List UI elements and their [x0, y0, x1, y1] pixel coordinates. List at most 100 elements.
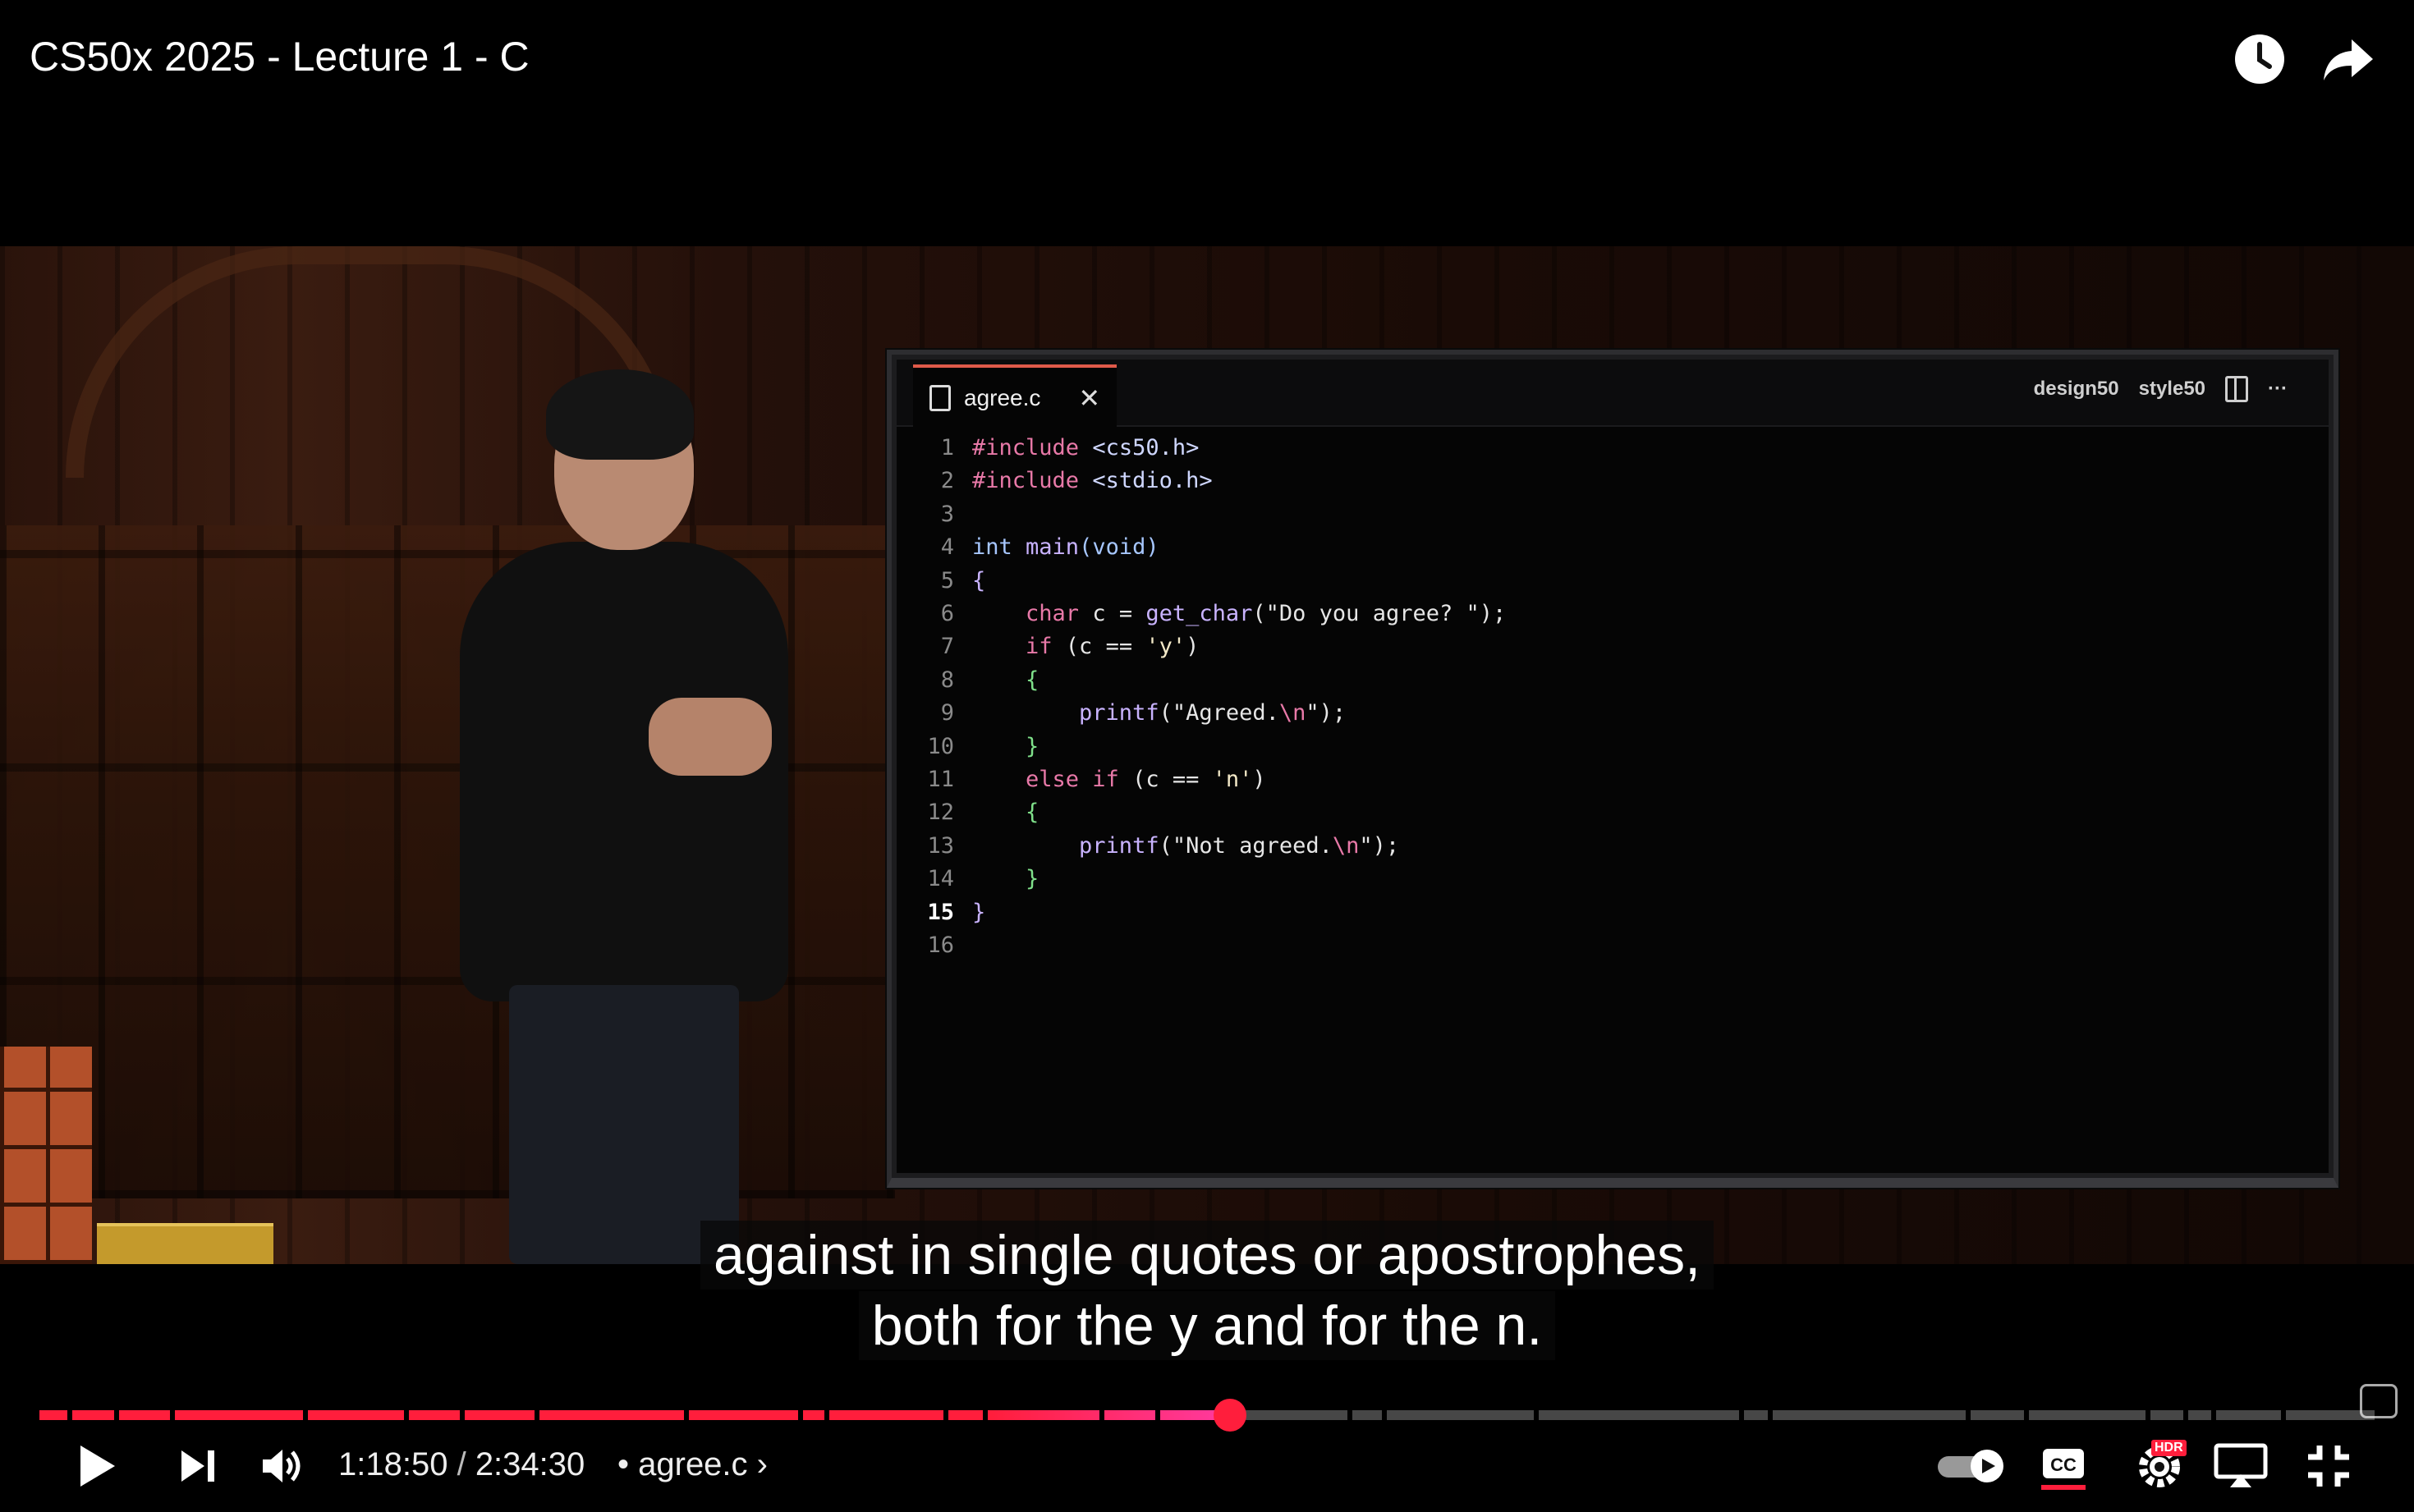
code-token: } [972, 899, 986, 925]
code-token: if [972, 634, 1066, 660]
code-text: char c = get_char("Do you agree? "); [972, 598, 1506, 630]
code-line: 6 char c = get_char("Do you agree? "); [905, 598, 2320, 630]
code-text: { [972, 796, 1039, 829]
autoplay-toggle-icon[interactable] [1936, 1441, 2007, 1491]
chapter-marker [1155, 1410, 1160, 1420]
code-line: 10 } [905, 731, 2320, 763]
code-line: 9 printf("Agreed.\n"); [905, 697, 2320, 730]
chapter-marker [684, 1410, 689, 1420]
line-number: 7 [940, 634, 954, 660]
code-token: (c == [1065, 634, 1146, 660]
chapter-marker [404, 1410, 409, 1420]
next-icon[interactable] [174, 1443, 223, 1489]
code-line: 16 [905, 929, 2320, 962]
code-line: 12 { [905, 796, 2320, 829]
line-number: 10 [927, 733, 954, 759]
line-number: 13 [927, 832, 954, 859]
progress-bar[interactable] [39, 1399, 2375, 1432]
more-actions-icon: ··· [2268, 378, 2288, 400]
volume-icon[interactable] [258, 1441, 307, 1491]
code-text: { [972, 565, 985, 598]
share-arrow-icon[interactable] [2320, 31, 2376, 87]
code-text: } [972, 731, 1039, 763]
gear-hdr-icon[interactable]: HDR [2127, 1438, 2192, 1492]
chapter-marker [2281, 1410, 2286, 1420]
code-token: char [972, 601, 1093, 627]
code-token: ) [1186, 634, 1200, 660]
chapter-marker [535, 1410, 539, 1420]
line-number: 1 [940, 435, 954, 460]
chapter-marker [2211, 1410, 2216, 1420]
chapter-marker [114, 1410, 119, 1420]
code-token: #include [972, 468, 1093, 494]
chapter-marker [943, 1410, 948, 1420]
chapter-separator: • [617, 1446, 639, 1482]
code-token: (void) [1079, 534, 1159, 561]
code-text: } [972, 863, 1039, 896]
duration: 2:34:30 [475, 1446, 585, 1482]
progress-unplayed [1230, 1410, 2375, 1420]
line-number: 9 [940, 700, 954, 726]
code-line: 13 printf("Not agreed.\n"); [905, 830, 2320, 863]
code-text: #include <cs50.h> [972, 432, 1199, 465]
chapter-marker [1382, 1410, 1387, 1420]
video-title[interactable]: CS50x 2025 - Lecture 1 - C [30, 33, 530, 80]
chapter-title: agree.c [638, 1446, 748, 1482]
chapter-marker [67, 1410, 72, 1420]
control-bar: 1:18:50 / 2:34:30 • agree.c › CC HDR [0, 1430, 2414, 1512]
chapter-marker [824, 1410, 829, 1420]
code-line: 5{ [905, 565, 2320, 598]
code-token: \n [1332, 832, 1360, 859]
code-area: 1 #include <cs50.h> 2 #include <stdio.h> 3 4 i… [905, 432, 2320, 1173]
file-icon [929, 385, 951, 411]
code-token: main [1026, 534, 1080, 561]
split-editor-icon [2225, 376, 2249, 402]
line-number: 16 [927, 932, 954, 959]
code-line: 15} [905, 896, 2320, 929]
chapter-marker [1534, 1410, 1539, 1420]
cc-icon[interactable]: CC [2038, 1441, 2089, 1496]
video-player[interactable]: agree.c ✕ design50 style50 ··· 1 #include… [0, 0, 2414, 1512]
caption-text-2: both for the y and for the n. [858, 1291, 1556, 1360]
airplay-icon[interactable] [2212, 1441, 2269, 1491]
code-token: { [972, 567, 986, 593]
clock-icon[interactable] [2232, 31, 2288, 87]
code-token: ("Do you agree? "); [1252, 601, 1507, 627]
code-text: if (c == 'y') [972, 630, 1199, 663]
chapter-marker [1099, 1410, 1104, 1420]
line-number: 6 [940, 601, 954, 627]
line-number: 12 [927, 800, 954, 826]
code-text: printf("Not agreed.\n"); [972, 830, 1399, 863]
style50-action: style50 [2138, 378, 2206, 400]
presenter [427, 369, 821, 1264]
code-token: { [972, 800, 1039, 826]
code-token: #include [972, 435, 1093, 460]
code-token: <cs50.h> [1092, 435, 1200, 460]
code-line: 8 { [905, 664, 2320, 697]
code-token: int [972, 534, 1026, 561]
code-token: "); [1359, 832, 1400, 859]
chapter-marker [1347, 1410, 1352, 1420]
line-number: 2 [940, 468, 954, 494]
code-text: { [972, 664, 1039, 697]
code-token: printf [972, 700, 1159, 726]
hdr-badge: HDR [2151, 1440, 2187, 1456]
line-number: 5 [940, 567, 954, 593]
code-token: get_char [1145, 601, 1253, 627]
editor-actions: design50 style50 ··· [2034, 376, 2288, 402]
video-frame: agree.c ✕ design50 style50 ··· 1 #include… [0, 246, 2414, 1264]
code-token: <stdio.h> [1092, 468, 1213, 494]
progress-scrubber[interactable] [1214, 1399, 1246, 1432]
time-display: 1:18:50 / 2:34:30 [338, 1446, 585, 1483]
chapter-marker [798, 1410, 803, 1420]
chapter-button[interactable]: • agree.c › [617, 1446, 768, 1483]
chapter-marker [2024, 1410, 2029, 1420]
code-token: 'n' [1212, 767, 1253, 793]
code-line: 3 [905, 498, 2320, 531]
editor-tab: agree.c ✕ [913, 364, 1118, 428]
code-text: else if (c == 'n') [972, 763, 1266, 796]
chapter-marker [1768, 1410, 1773, 1420]
caption-line-2: both for the y and for the n. [0, 1291, 2414, 1360]
exit-fullscreen-icon[interactable] [2304, 1441, 2353, 1491]
play-icon[interactable] [72, 1441, 122, 1491]
